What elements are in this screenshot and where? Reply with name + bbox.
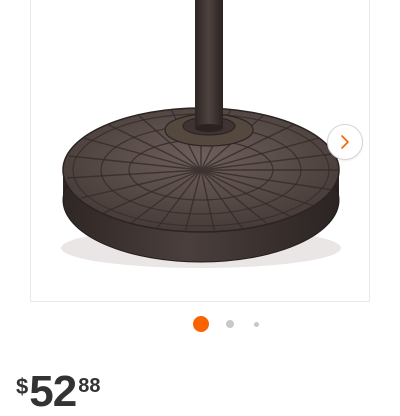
chevron-right-icon: [341, 135, 349, 149]
price-cents: 88: [78, 375, 101, 397]
pagination-dot-active[interactable]: [193, 316, 209, 332]
pagination-dot[interactable]: [254, 322, 259, 327]
price-currency: $: [16, 374, 29, 399]
product-image-umbrella-base[interactable]: [31, 0, 371, 302]
product-image-frame[interactable]: [30, 0, 370, 302]
price-dollars: 52: [29, 367, 77, 416]
next-image-button[interactable]: [327, 124, 363, 160]
price: $ 52 88: [16, 370, 101, 414]
pagination-dot[interactable]: [226, 320, 234, 328]
image-pagination-dots: [0, 316, 400, 332]
